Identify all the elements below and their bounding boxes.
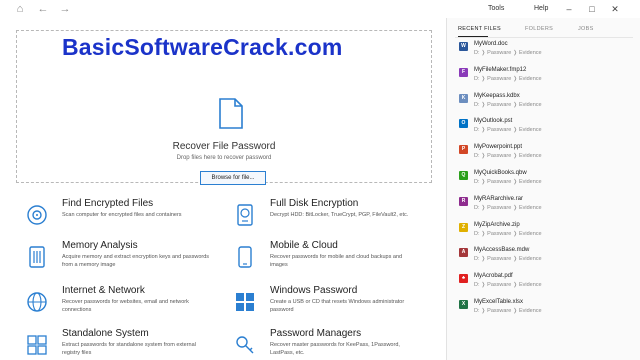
feature-title: Full Disk Encryption <box>270 198 359 209</box>
powerpoint-file-icon: P <box>459 145 468 155</box>
feature-memory-analysis[interactable]: Memory Analysis Acquire memory and extra… <box>16 240 216 280</box>
feature-description: Scan computer for encrypted files and co… <box>62 212 182 218</box>
recent-file-item[interactable]: ♣ MyAcrobat.pdf D: ❭ Passware ❭ Evidence <box>459 272 634 294</box>
feature-description: Decrypt HDD: BitLocker, TrueCrypt, PGP, … <box>270 212 409 218</box>
zip-archive-icon: Z <box>459 222 468 232</box>
recent-file-item[interactable]: K MyKeepass.kdbx D: ❭ Passware ❭ Evidence <box>459 92 634 114</box>
recent-file-path: D: ❭ Passware ❭ Evidence <box>474 127 542 134</box>
keepass-lock-icon: K <box>459 93 468 103</box>
feature-title: Find Encrypted Files <box>62 198 154 209</box>
outlook-file-icon: O <box>459 119 468 129</box>
quickbooks-file-icon: Q <box>459 171 468 180</box>
feature-title: Memory Analysis <box>62 240 138 251</box>
watermark-text: BasicSoftwareCrack.com <box>62 34 343 60</box>
feature-title: Windows Password <box>270 285 358 296</box>
recent-file-path: D: ❭ Passware ❭ Evidence <box>474 282 542 289</box>
feature-standalone-system[interactable]: Standalone System Extract passwords for … <box>16 328 216 360</box>
memory-chip-icon <box>29 246 45 268</box>
feature-windows-password[interactable]: Windows Password Create a USB or CD that… <box>224 285 424 325</box>
recent-file-item[interactable]: P MyPowerpoint.ppt D: ❭ Passware ❭ Evidenc… <box>459 143 634 165</box>
recent-file-path: D: ❭ Passware ❭ Evidence <box>474 230 542 237</box>
recent-file-name: MyAccessBase.mdw <box>474 247 530 254</box>
pdf-file-icon: ♣ <box>459 274 468 284</box>
recent-file-path: D: ❭ Passware ❭ Evidence <box>474 256 542 263</box>
filemaker-file-icon: F <box>459 67 468 77</box>
rar-archive-icon: R <box>459 196 468 206</box>
recent-file-path: D: ❭ Passware ❭ Evidence <box>474 75 542 82</box>
recent-file-name: MyAcrobat.pdf <box>474 273 513 280</box>
tab-divider <box>455 37 633 38</box>
home-icon[interactable]: ⌂ <box>14 3 26 15</box>
menu-tools[interactable]: Tools <box>488 5 504 12</box>
feature-title: Mobile & Cloud <box>270 240 338 251</box>
recent-file-path: D: ❭ Passware ❭ Evidence <box>474 204 542 211</box>
recent-file-item[interactable]: A MyAccessBase.mdw D: ❭ Passware ❭ Evidenc… <box>459 246 634 268</box>
recent-files-panel: RECENT FILES FOLDERS JOBS W MyWord.doc D: … <box>446 18 640 360</box>
recent-file-name: MyWord.doc <box>474 41 508 47</box>
word-file-icon: W <box>459 42 468 51</box>
mobile-phone-icon <box>238 246 252 268</box>
recent-file-item[interactable]: Q MyQuickBooks.qbw D: ❭ Passware ❭ Evidenc… <box>459 169 634 191</box>
recent-file-item[interactable]: W MyWord.doc D: ❭ Passware ❭ Evidence <box>459 40 634 62</box>
tab-recent-files[interactable]: RECENT FILES <box>458 26 501 32</box>
recent-file-name: MyKeepass.kdbx <box>474 92 520 99</box>
feature-title: Password Managers <box>270 328 362 339</box>
recent-file-item[interactable]: X MyExcelTable.xlsx D: ❭ Passware ❭ Eviden… <box>459 298 634 320</box>
document-icon <box>219 98 243 129</box>
recent-file-name: MyFileMaker.fmp12 <box>474 66 527 73</box>
recent-file-name: MyPowerpoint.ppt <box>474 144 523 151</box>
excel-file-icon: X <box>459 300 468 309</box>
feature-password-managers[interactable]: Password Managers Recover master passwor… <box>224 328 424 360</box>
browse-for-file-button[interactable]: Browse for file... <box>200 171 266 185</box>
feature-description: Recover master passwords for KeePass, 1P… <box>270 342 400 356</box>
drop-zone-subtitle: Drop files here to recover password <box>176 155 272 161</box>
active-tab-indicator <box>458 36 488 37</box>
minimize-icon[interactable]: – <box>563 3 575 15</box>
recent-file-item[interactable]: R MyRARarchive.rar D: ❭ Passware ❭ Evidenc… <box>459 195 634 217</box>
recent-file-item[interactable]: O MyOutlook.pst D: ❭ Passware ❭ Evidence <box>459 117 634 139</box>
recent-file-path: D: ❭ Passware ❭ Evidence <box>474 179 542 185</box>
feature-description: Create a USB or CD that resets Windows a… <box>270 299 405 313</box>
registry-grid-icon <box>27 335 47 355</box>
feature-full-disk-encryption[interactable]: Full Disk Encryption Decrypt HDD: BitLoc… <box>224 198 424 238</box>
disc-search-icon <box>27 205 47 225</box>
forward-arrow-icon[interactable]: → <box>59 3 71 15</box>
tab-folders[interactable]: FOLDERS <box>525 26 553 32</box>
title-bar: ⌂ ← → Tools Help – □ ✕ <box>0 0 640 18</box>
recent-file-path: D: ❭ Passware ❭ Evidence <box>474 101 542 108</box>
maximize-icon[interactable]: □ <box>586 3 598 15</box>
close-icon[interactable]: ✕ <box>609 3 621 15</box>
feature-description: Extract passwords for standalone system … <box>62 342 196 356</box>
feature-title: Internet & Network <box>62 285 145 296</box>
recent-file-item[interactable]: F MyFileMaker.fmp12 D: ❭ Passware ❭ Eviden… <box>459 66 634 88</box>
feature-find-encrypted-files[interactable]: Find Encrypted Files Scan computer for e… <box>16 198 216 238</box>
recent-file-path: D: ❭ Passware ❭ Evidence <box>474 308 542 314</box>
hard-drive-icon <box>237 204 253 226</box>
feature-internet-network[interactable]: Internet & Network Recover passwords for… <box>16 285 216 325</box>
recent-file-path: D: ❭ Passware ❭ Evidence <box>474 50 542 56</box>
feature-description: Acquire memory and extract encryption ke… <box>62 254 210 268</box>
drop-zone-title: Recover File Password <box>172 141 276 152</box>
back-arrow-icon[interactable]: ← <box>37 3 49 15</box>
feature-description: Recover passwords for websites, email an… <box>62 299 189 313</box>
recent-file-item[interactable]: Z MyZipArchive.zip D: ❭ Passware ❭ Evidenc… <box>459 221 634 243</box>
tab-jobs[interactable]: JOBS <box>578 26 594 32</box>
feature-mobile-cloud[interactable]: Mobile & Cloud Recover passwords for mob… <box>224 240 424 280</box>
access-file-icon: A <box>459 248 468 258</box>
windows-logo-icon <box>236 293 254 311</box>
feature-title: Standalone System <box>62 328 149 339</box>
recent-file-name: MyRARarchive.rar <box>474 195 524 202</box>
globe-icon <box>27 292 47 312</box>
menu-help[interactable]: Help <box>534 5 548 12</box>
recent-file-name: MyZipArchive.zip <box>474 221 520 228</box>
recent-file-name: MyQuickBooks.qbw <box>474 170 527 176</box>
recent-file-name: MyExcelTable.xlsx <box>474 299 524 305</box>
key-icon <box>236 336 254 354</box>
recent-file-name: MyOutlook.pst <box>474 118 513 125</box>
recent-file-path: D: ❭ Passware ❭ Evidence <box>474 153 542 160</box>
feature-description: Recover passwords for mobile and cloud b… <box>270 254 403 268</box>
